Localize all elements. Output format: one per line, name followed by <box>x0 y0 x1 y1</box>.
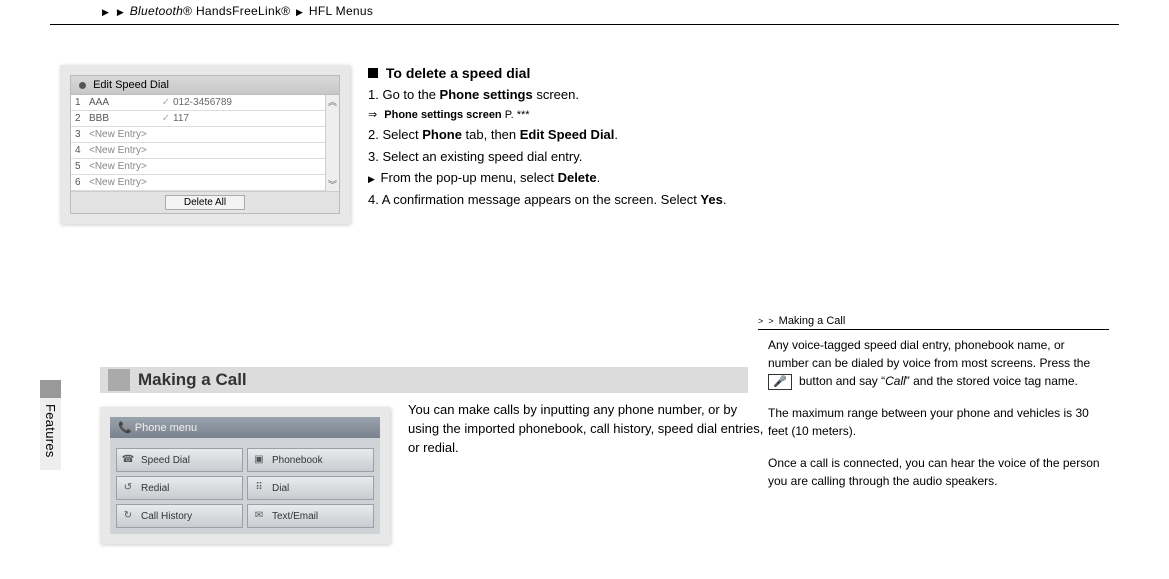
chevron-right-icon: ▶ <box>296 7 303 17</box>
speed-dial-row[interactable]: 3 <New Entry> <box>71 127 325 143</box>
speed-dial-button[interactable]: ☎ Speed Dial <box>116 448 243 472</box>
row-name: <New Entry> <box>89 145 159 156</box>
row-number: 012-3456789 <box>173 97 321 108</box>
step-1-xref: ⇒ Phone settings screen P. *** <box>368 107 728 124</box>
row-index: 6 <box>75 177 89 188</box>
step-4: 4. A confirmation message appears on the… <box>368 190 728 210</box>
dial-icon: ⠿ <box>252 482 266 494</box>
breadcrumb-hfl: HandsFreeLink® <box>196 4 290 18</box>
speed-dial-icon: ☎ <box>121 454 135 466</box>
row-index: 1 <box>75 97 89 108</box>
text-email-button[interactable]: ✉ Text/Email <box>247 504 374 528</box>
call-history-icon: ↻ <box>121 510 135 522</box>
row-index: 2 <box>75 113 89 124</box>
instruction-heading: To delete a speed dial <box>368 65 728 81</box>
section-paragraph: You can make calls by inputting any phon… <box>408 401 768 458</box>
dial-button[interactable]: ⠿ Dial <box>247 476 374 500</box>
section-title: Making a Call <box>138 370 247 390</box>
call-history-button[interactable]: ↻ Call History <box>116 504 243 528</box>
row-name: <New Entry> <box>89 129 159 140</box>
phone-icon: 📞 <box>118 422 132 434</box>
redial-icon: ↺ <box>121 482 135 494</box>
speed-dial-screenshot: Edit Speed Dial 1 AAA ✓ 012-3456789 2 BB… <box>60 65 350 224</box>
chevron-right-icon: ▶ <box>117 7 124 17</box>
redial-button[interactable]: ↺ Redial <box>116 476 243 500</box>
speed-dial-row[interactable]: 2 BBB ✓ 117 <box>71 111 325 127</box>
row-name: <New Entry> <box>89 161 159 172</box>
page-header: ▶ ▶ Bluetooth® HandsFreeLink® ▶ HFL Menu… <box>50 0 1119 25</box>
breadcrumb-reg: ® <box>183 4 192 18</box>
breadcrumb: ▶ ▶ Bluetooth® HandsFreeLink® ▶ HFL Menu… <box>100 4 1069 18</box>
row-index: 5 <box>75 161 89 172</box>
step-3: 3. Select an existing speed dial entry. <box>368 147 728 167</box>
square-bullet-icon <box>368 68 378 78</box>
phone-menu-title: 📞 Phone menu <box>110 417 380 438</box>
scroll-down-icon[interactable]: ︾ <box>326 178 339 191</box>
row-index: 3 <box>75 129 89 140</box>
bullet-icon <box>79 82 86 89</box>
row-name: <New Entry> <box>89 177 159 188</box>
sidebar-title: Making a Call <box>779 315 846 327</box>
text-email-icon: ✉ <box>252 510 266 522</box>
sidebar-heading: > > Making a Call <box>758 315 1109 330</box>
voice-tag-icon: ✓ <box>159 113 173 124</box>
row-index: 4 <box>75 145 89 156</box>
heading-text: To delete a speed dial <box>386 65 530 81</box>
phonebook-button[interactable]: ▣ Phonebook <box>247 448 374 472</box>
scrollbar[interactable]: ︽ ︾ <box>325 95 339 191</box>
row-name: AAA <box>89 97 159 108</box>
phone-menu-screenshot: 📞 Phone menu ☎ Speed Dial ▣ Phonebook <box>100 407 390 544</box>
speed-dial-row[interactable]: 4 <New Entry> <box>71 143 325 159</box>
speed-dial-row[interactable]: 6 <New Entry> <box>71 175 325 191</box>
arrow-icon: ⇒ <box>368 109 377 121</box>
instruction-list: 1. Go to the Phone settings screen. ⇒ Ph… <box>368 85 728 209</box>
step-3-sub: ▶ From the pop-up menu, select Delete. <box>368 168 728 188</box>
row-number: 117 <box>173 113 321 124</box>
breadcrumb-bluetooth: Bluetooth <box>130 4 183 18</box>
row-name: BBB <box>89 113 159 124</box>
breadcrumb-tail: HFL Menus <box>309 4 373 18</box>
section-square-icon <box>108 369 130 391</box>
step-2: 2. Select Phone tab, then Edit Speed Dia… <box>368 125 728 145</box>
step-1: 1. Go to the Phone settings screen. <box>368 85 728 105</box>
chevron-right-icon: ▶ <box>102 7 109 17</box>
speed-dial-title: Edit Speed Dial <box>93 79 169 91</box>
speed-dial-row[interactable]: 5 <New Entry> <box>71 159 325 175</box>
phonebook-icon: ▣ <box>252 454 266 466</box>
chevron-right-icon: > <box>768 316 773 326</box>
speed-dial-row[interactable]: 1 AAA ✓ 012-3456789 <box>71 95 325 111</box>
chevron-right-icon: > <box>758 316 763 326</box>
triangle-icon: ▶ <box>368 174 375 184</box>
section-heading-bar: Making a Call <box>100 367 748 393</box>
scroll-up-icon[interactable]: ︽ <box>326 95 339 108</box>
delete-all-button[interactable]: Delete All <box>165 195 245 210</box>
voice-tag-icon: ✓ <box>159 97 173 108</box>
speed-dial-title-bar: Edit Speed Dial <box>71 76 339 95</box>
